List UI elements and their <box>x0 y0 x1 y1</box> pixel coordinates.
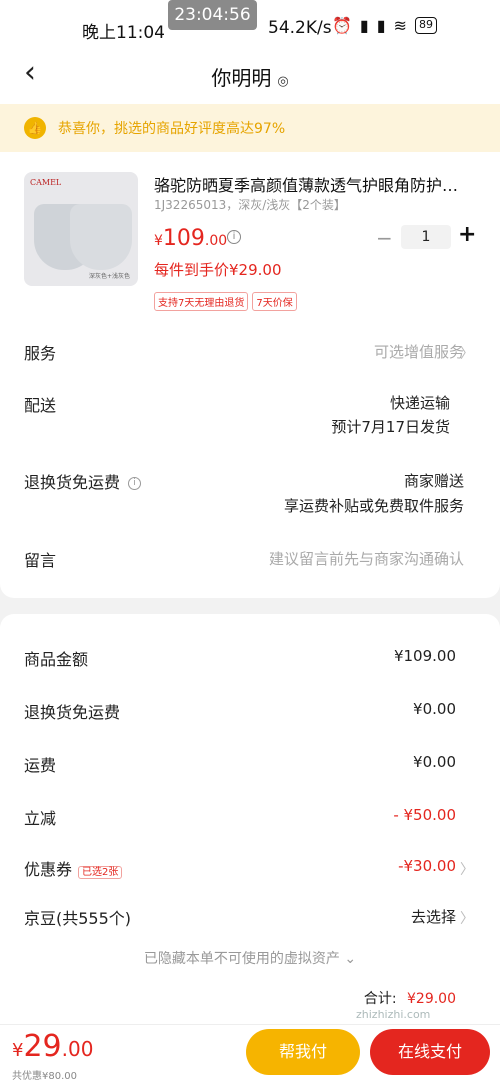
discount-value: - ¥50.00 <box>393 806 456 824</box>
price-summary-card: 商品金额 ¥109.00 退换货免运费 ¥0.00 运费 ¥0.00 立减 - … <box>0 614 500 1024</box>
return-fee-value: 商家赠送 <box>403 472 464 490</box>
jingdou-label: 京豆(共555个) <box>24 909 132 928</box>
help-me-pay-button[interactable]: 帮我付 <box>246 1029 360 1075</box>
quantity-minus-button[interactable]: − <box>376 226 393 250</box>
product-spec[interactable]: 1J32265013，深灰/浅灰【2个装】 <box>154 196 346 213</box>
signal-icon-2: ▮ <box>376 16 386 35</box>
unit-price: 每件到手价¥29.00 <box>154 261 282 279</box>
return-info-icon[interactable]: i <box>128 477 142 490</box>
total-line: 合计: ¥29.00 <box>363 991 456 1007</box>
alarm-icon: ⏰ <box>332 16 352 35</box>
saved-amount: 共优惠¥80.00 <box>12 1071 77 1082</box>
banner-text: 恭喜你，挑选的商品好评度高达97% <box>58 121 286 137</box>
praise-banner: 👍 恭喜你，挑选的商品好评度高达97% <box>0 104 500 152</box>
watermark: zhizhizhi.com <box>356 1008 431 1021</box>
total-value: ¥29.00 <box>407 991 456 1007</box>
order-card: CAMEL 深灰色+浅灰色 骆驼防晒夏季高颜值薄款透气护眼角防护… 1J3226… <box>0 152 500 598</box>
delivery-value[interactable]: 快递运输 <box>390 392 450 413</box>
location-icon[interactable]: ◎ <box>277 74 288 89</box>
signal-icon: ▮ <box>359 16 369 35</box>
goods-amount-value: ¥109.00 <box>393 647 456 665</box>
mask-shape <box>70 204 132 270</box>
hidden-assets-toggle[interactable]: 已隐藏本单不可使用的虚拟资产 ⌄ <box>0 948 500 968</box>
product-price: ¥109.00 <box>154 226 228 251</box>
note-input[interactable]: 建议留言前先与商家沟通确认 <box>269 548 464 569</box>
coupon-label: 优惠券 已选2张 <box>24 856 123 880</box>
image-caption: 深灰色+浅灰色 <box>88 273 130 280</box>
price-info-icon[interactable]: i <box>227 230 241 244</box>
shipping-value: ¥0.00 <box>413 753 456 771</box>
overlay-clock: 23:04:56 <box>168 0 257 30</box>
service-label: 服务 <box>24 344 57 363</box>
coupon-value[interactable]: -¥30.00 <box>398 857 456 875</box>
delivery-eta: 预计7月17日发货 <box>331 418 450 436</box>
status-time: 晚上11:04 <box>82 23 165 43</box>
checkout-bar: ¥29.00 共优惠¥80.00 帮我付 在线支付 <box>0 1024 500 1083</box>
quantity-plus-button[interactable]: + <box>458 222 476 247</box>
thumbs-up-icon: 👍 <box>24 117 46 139</box>
note-label: 留言 <box>24 551 57 570</box>
tag-no-reason-return: 支持7天无理由退货 <box>154 292 249 311</box>
brand-logo: CAMEL <box>30 178 62 187</box>
chevron-right-icon[interactable]: 〉 <box>460 343 474 363</box>
page-title: 你明明 <box>211 66 272 90</box>
product-image[interactable]: CAMEL 深灰色+浅灰色 <box>24 172 138 286</box>
return-fee-summary-label: 退换货免运费 <box>24 703 121 722</box>
network-speed: 54.2K/s <box>268 18 332 38</box>
return-fee-sub: 享运费补贴或免费取件服务 <box>283 497 464 515</box>
jingdou-select[interactable]: 去选择 <box>411 906 456 927</box>
discount-label: 立减 <box>24 809 57 828</box>
wifi-icon: ≋ <box>393 16 407 35</box>
tag-price-protect: 7天价保 <box>252 292 297 311</box>
service-value[interactable]: 可选增值服务 <box>374 341 464 362</box>
return-fee-label: 退换货免运费 i <box>24 469 142 493</box>
delivery-label: 配送 <box>24 396 57 415</box>
product-title[interactable]: 骆驼防晒夏季高颜值薄款透气护眼角防护… <box>154 172 474 196</box>
return-fee-summary-value: ¥0.00 <box>413 700 456 718</box>
goods-amount-label: 商品金额 <box>24 650 89 669</box>
bottom-total-price: ¥29.00 <box>12 1029 94 1064</box>
status-bar: 晚上11:04 23:04:56 54.2K/s ⏰ ▮ ▮ ≋ 89 <box>0 0 500 46</box>
coupon-badge: 已选2张 <box>78 866 123 879</box>
product-tags: 支持7天无理由退货 7天价保 <box>154 292 297 311</box>
battery-icon: 89 <box>414 17 437 34</box>
online-pay-button[interactable]: 在线支付 <box>370 1029 490 1075</box>
quantity-field[interactable]: 1 <box>401 225 451 249</box>
chevron-right-icon[interactable]: 〉 <box>460 908 474 928</box>
chevron-right-icon[interactable]: 〉 <box>460 859 474 879</box>
page-header: ‹ 你明明 ◎ <box>0 46 500 104</box>
shipping-label: 运费 <box>24 756 57 775</box>
